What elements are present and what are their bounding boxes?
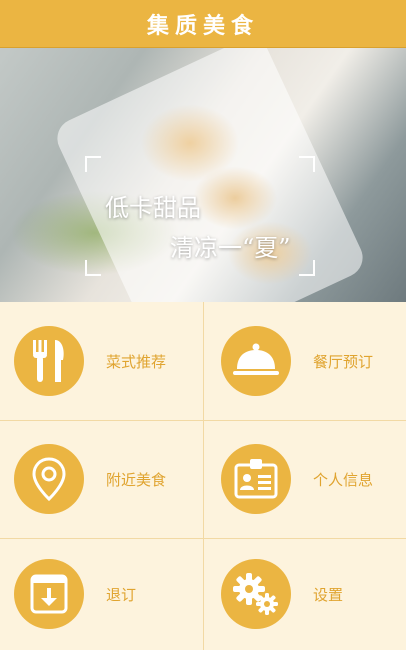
menu-item-label: 退订 <box>106 585 137 604</box>
id-card-icon <box>221 444 291 514</box>
menu-item-unsubscribe[interactable]: 退订 <box>0 538 203 650</box>
menu-item-label: 个人信息 <box>313 470 374 489</box>
menu-item-nearby[interactable]: 附近美食 <box>0 420 203 538</box>
fork-knife-icon <box>14 326 84 396</box>
menu-item-settings[interactable]: 设置 <box>203 538 406 650</box>
menu-item-label: 附近美食 <box>106 470 167 489</box>
menu-item-label: 菜式推荐 <box>106 352 167 371</box>
banner-headline: 低卡甜品 <box>105 194 201 222</box>
menu-item-label: 餐厅预订 <box>313 352 374 371</box>
cloche-icon <box>221 326 291 396</box>
download-box-icon <box>14 559 84 629</box>
gear-icon <box>221 559 291 629</box>
banner-subheadline: 清凉一“夏” <box>170 234 291 262</box>
menu-grid: 菜式推荐 餐厅预订 附近美食 个人信息 退订 设置 <box>0 302 406 650</box>
menu-item-label: 设置 <box>313 585 344 604</box>
menu-item-reservation[interactable]: 餐厅预订 <box>203 302 406 420</box>
menu-item-profile[interactable]: 个人信息 <box>203 420 406 538</box>
promo-banner[interactable]: 低卡甜品 清凉一“夏” <box>0 48 406 302</box>
location-pin-icon <box>14 444 84 514</box>
app-title: 集质美食 <box>146 13 259 39</box>
menu-item-recommend[interactable]: 菜式推荐 <box>0 302 203 420</box>
app-header: 集质美食 <box>0 0 406 48</box>
